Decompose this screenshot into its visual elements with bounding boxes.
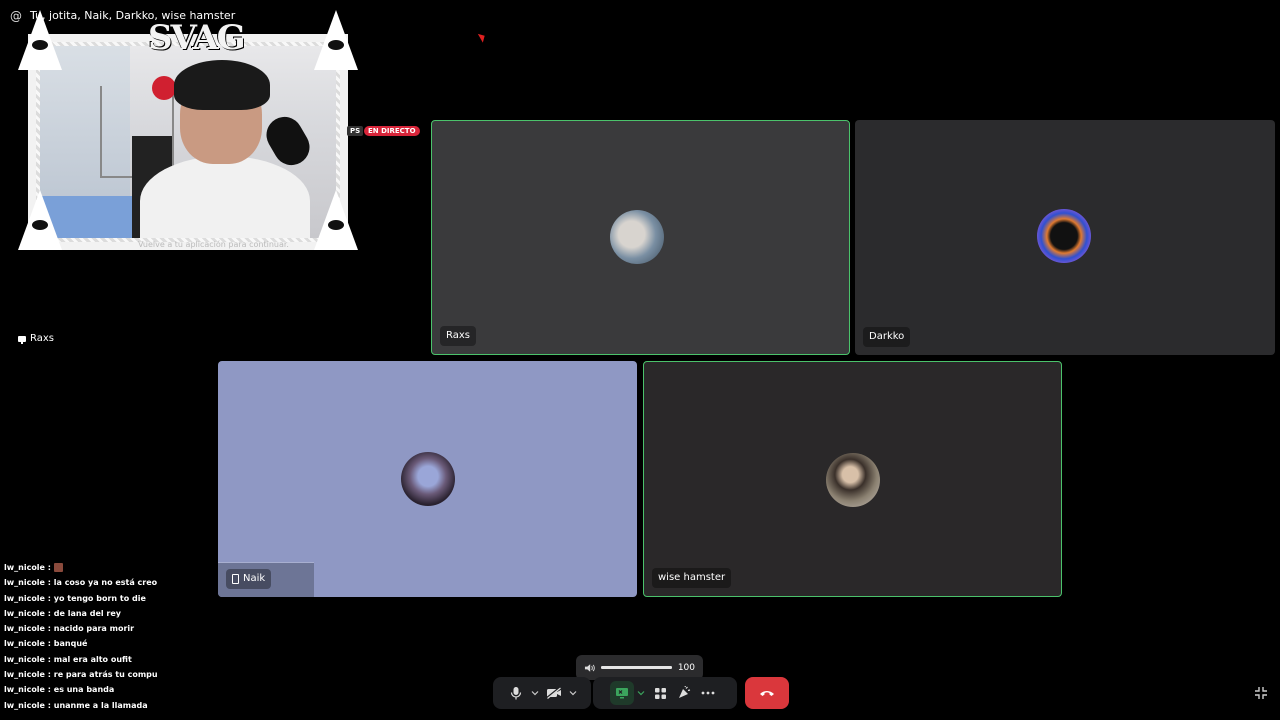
chat-username: lw_nicole (4, 700, 45, 710)
chat-username: lw_nicole (4, 578, 45, 588)
soundboard-icon (679, 686, 691, 698)
overlay-logo: SVAG (148, 18, 246, 58)
soundboard-button[interactable] (672, 681, 696, 705)
stream-owner-label: Raxs (18, 333, 54, 344)
chat-username: lw_nicole (4, 563, 45, 572)
participant-name: wise hamster (652, 568, 732, 588)
chat-separator: : (44, 608, 54, 618)
microphone-button[interactable] (504, 681, 528, 705)
emote-icon (53, 563, 63, 572)
avatar (826, 453, 880, 507)
avatar (1037, 209, 1091, 263)
chat-username: lw_nicole (4, 608, 45, 618)
chat-separator: : (44, 654, 54, 664)
eye-triangle-icon (314, 10, 358, 70)
stream-preview[interactable]: SVAG Vuelve a tu aplicación para continu… (18, 10, 358, 250)
chevron-down-icon (637, 691, 645, 696)
chat-username: lw_nicole (4, 593, 45, 603)
chat-username: lw_nicole (4, 624, 45, 634)
avatar (610, 210, 664, 264)
chat-message: lw_nicole : es una banda (4, 682, 214, 697)
chat-text: banqué (53, 639, 88, 649)
chat-message: lw_nicole : yo tengo born to die (4, 591, 214, 606)
collapse-icon[interactable] (1254, 686, 1268, 700)
camera-off-icon (546, 687, 561, 699)
chat-separator: : (44, 624, 54, 634)
chat-text: nacido para morir (53, 624, 135, 634)
share-controls (593, 677, 737, 709)
screen-share-button[interactable] (610, 681, 634, 705)
chat-username: lw_nicole (4, 639, 45, 649)
phone-hangup-icon (760, 691, 774, 696)
chat-message: lw_nicole : de lana del rey (4, 606, 214, 621)
speaker-icon (584, 663, 595, 672)
chevron-down-icon (569, 691, 577, 696)
webcam-video (40, 46, 336, 238)
screen-share-icon (616, 688, 628, 699)
camera-options-button[interactable] (566, 681, 580, 705)
chat-text: yo tengo born to die (53, 593, 146, 603)
live-badge: EN DIRECTO (364, 126, 420, 136)
chat-message: lw_nicole : mal era alto oufit (4, 652, 214, 667)
chat-message: lw_nicole : re para atrás tu compu (4, 667, 214, 682)
microphone-icon (510, 687, 522, 700)
participant-tile-naik[interactable]: Naik (218, 361, 637, 597)
screen-share-options-button[interactable] (634, 681, 648, 705)
chat-message: lw_nicole : nacido para morir (4, 621, 214, 636)
chat-text: la coso ya no está creo (53, 578, 158, 588)
chat-text: re para atrás tu compu (53, 670, 158, 680)
camera-button[interactable] (542, 681, 566, 705)
volume-slider[interactable] (601, 666, 672, 669)
participant-name: Raxs (440, 326, 476, 346)
eye-triangle-icon (18, 10, 62, 70)
chat-text: unanme a la llamada (53, 700, 148, 710)
participant-tile-raxs[interactable]: Raxs (431, 120, 850, 355)
avatar (401, 452, 455, 506)
chat-separator: : (44, 639, 54, 649)
participant-name: Naik (226, 569, 272, 589)
chat-separator: : (44, 670, 54, 680)
volume-value: 100 (677, 662, 695, 673)
mouse-cursor-icon (477, 31, 488, 43)
chat-message: lw_nicole : banqué (4, 636, 214, 651)
chevron-down-icon (531, 691, 539, 696)
chat-text: de lana del rey (53, 608, 121, 618)
eye-triangle-icon (18, 190, 62, 250)
chat-message: lw_nicole : la coso ya no está creo (4, 575, 214, 590)
monitor-icon (18, 335, 26, 344)
chat-separator: : (44, 563, 54, 572)
participant-tile-darkko[interactable]: Darkko (855, 120, 1275, 355)
chat-separator: : (44, 685, 54, 695)
stream-owner-name: Raxs (30, 333, 54, 344)
overlay-caption: Vuelve a tu aplicación para continuar. (138, 240, 289, 249)
chat-username: lw_nicole (4, 685, 45, 695)
chat-text: es una banda (53, 685, 115, 695)
disconnect-button[interactable] (745, 677, 789, 709)
participant-name: Darkko (863, 327, 911, 347)
stream-chat: lw_nicole : lw_nicole : la coso ya no es… (4, 560, 214, 713)
activities-icon (654, 687, 666, 699)
chat-separator: : (44, 578, 54, 588)
more-icon (701, 691, 715, 695)
chat-separator: : (44, 593, 54, 603)
mobile-phone-icon (232, 574, 239, 584)
chat-message: lw_nicole : unanme a la llamada (4, 698, 214, 713)
microphone-options-button[interactable] (528, 681, 542, 705)
eye-triangle-icon (314, 190, 358, 250)
chat-username: lw_nicole (4, 670, 45, 680)
chat-separator: : (44, 700, 54, 710)
participant-tile-wise-hamster[interactable]: wise hamster (643, 361, 1062, 597)
more-options-button[interactable] (696, 681, 720, 705)
chat-message: lw_nicole : (4, 560, 214, 575)
chat-username: lw_nicole (4, 654, 45, 664)
audio-video-controls (493, 677, 591, 709)
chat-text: mal era alto oufit (53, 654, 132, 664)
activities-button[interactable] (648, 681, 672, 705)
ps-badge: PS (347, 126, 364, 136)
